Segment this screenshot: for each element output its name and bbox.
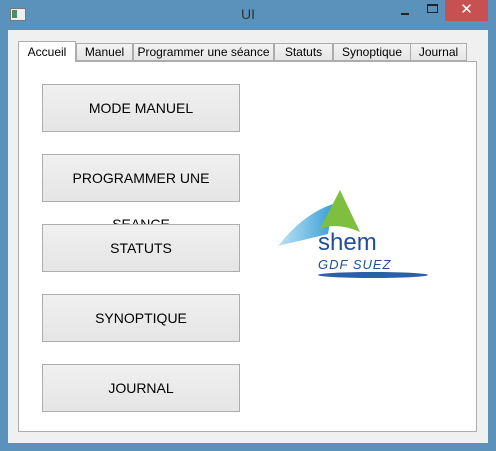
mode-manuel-button[interactable]: MODE MANUEL	[42, 84, 240, 132]
tab-synoptique[interactable]: Synoptique	[333, 43, 411, 61]
maximize-button[interactable]	[419, 0, 445, 21]
shem-logo: shem GDF SUEZ	[278, 190, 428, 278]
title-bar: UI ✕	[0, 0, 496, 30]
tab-pane-accueil: MODE MANUEL PROGRAMMER UNE SEANCE STATUT…	[18, 61, 477, 432]
tab-statuts[interactable]: Statuts	[274, 43, 333, 61]
minimize-button[interactable]	[392, 0, 418, 21]
tab-accueil[interactable]: Accueil	[18, 41, 76, 62]
client-area: Accueil Manuel Programmer une séance Sta…	[8, 30, 488, 443]
logo-shem-text: shem	[318, 229, 377, 256]
statuts-button[interactable]: STATUTS	[42, 224, 240, 272]
tab-manuel[interactable]: Manuel	[76, 43, 133, 61]
tab-programmer-une-seance[interactable]: Programmer une séance	[133, 43, 274, 61]
synoptique-button[interactable]: SYNOPTIQUE	[42, 294, 240, 342]
programmer-une-seance-button[interactable]: PROGRAMMER UNE SEANCE	[42, 154, 240, 232]
logo-subtitle-text: GDF SUEZ	[318, 257, 392, 272]
close-button[interactable]: ✕	[445, 0, 488, 21]
tab-journal[interactable]: Journal	[410, 43, 467, 61]
journal-button[interactable]: JOURNAL	[42, 364, 240, 412]
